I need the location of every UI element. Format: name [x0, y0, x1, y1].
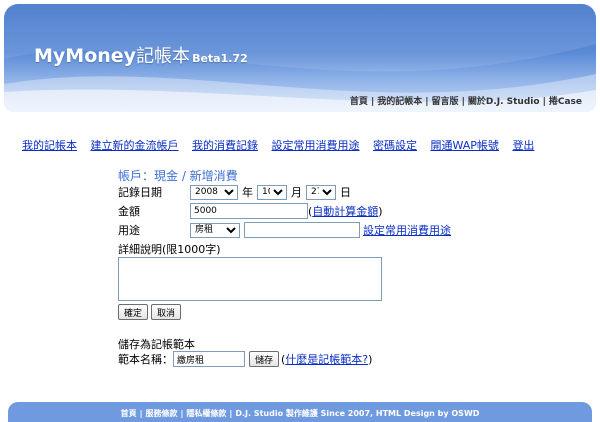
purpose-custom-input[interactable] [244, 222, 360, 238]
template-save-button[interactable]: 儲存 [249, 351, 280, 367]
top-nav-my-book[interactable]: 我的記帳本 [377, 97, 422, 107]
footer-credit: D.J. Studio 製作維護 Since 2007, HTML Design… [235, 409, 480, 418]
footer-separator: | [139, 409, 143, 418]
nav-separator: | [425, 97, 429, 107]
template-section-title: 儲存為記帳範本 [118, 336, 195, 352]
top-nav-guestbook[interactable]: 留言版 [432, 97, 459, 107]
paren-close: ) [378, 204, 383, 218]
amount-row: 金額 (自動計算金額) [118, 203, 383, 219]
template-help-link[interactable]: 什麼是記帳範本? [285, 351, 368, 367]
template-title: 儲存為記帳範本 [118, 338, 195, 351]
menu-create-account[interactable]: 建立新的金流帳戶 [91, 139, 179, 152]
nav-separator: | [542, 97, 546, 107]
month-select[interactable]: 10 [257, 184, 287, 200]
nav-separator: | [461, 97, 465, 107]
amount-input[interactable] [190, 203, 308, 219]
menu-expense-records[interactable]: 我的消費記錄 [192, 139, 258, 152]
top-nav: 首頁 | 我的記帳本 | 留言版 | 關於D.J. Studio | 捲Case [350, 94, 582, 107]
year-select[interactable]: 2008 [190, 184, 238, 200]
auto-calc-link[interactable]: 自動計算金額 [312, 203, 378, 219]
footer: 首頁 | 服務條款 | 隱私權條款 | D.J. Studio 製作維護 Since 200… [8, 402, 592, 422]
purpose-setting-link[interactable]: 設定常用消費用途 [363, 222, 451, 238]
detail-label: 詳細說明(限1000字) [118, 243, 221, 256]
form-title: 帳戶：現金 / 新增消費 [118, 169, 238, 183]
day-select[interactable]: 27 [306, 184, 336, 200]
footer-separator: | [229, 409, 233, 418]
logo-chinese-text: 記帳本 [136, 46, 191, 67]
cancel-button[interactable]: 取消 [151, 304, 182, 320]
menu-set-purposes[interactable]: 設定常用消費用途 [272, 139, 360, 152]
template-row: 範本名稱： 儲存 (什麼是記帳範本?) [118, 351, 372, 367]
year-unit: 年 [242, 186, 253, 199]
template-name-label: 範本名稱： [118, 353, 173, 366]
detail-row: 詳細說明(限1000字) [118, 241, 221, 257]
top-nav-case[interactable]: 捲Case [549, 97, 582, 107]
day-unit: 日 [340, 186, 351, 199]
menu-wap[interactable]: 開通WAP帳號 [431, 139, 499, 152]
top-nav-home[interactable]: 首頁 [350, 97, 368, 107]
template-name-input[interactable] [173, 351, 245, 367]
app-logo[interactable]: MyMoney記帳本 Beta1.72 [34, 42, 248, 68]
menu-my-book[interactable]: 我的記帳本 [22, 139, 77, 152]
purpose-label: 用途 [118, 224, 140, 237]
menu-logout[interactable]: 登出 [512, 139, 534, 152]
confirm-button[interactable]: 確定 [118, 304, 149, 320]
logo-version: Beta1.72 [192, 52, 248, 65]
main-menu: 我的記帳本 建立新的金流帳戶 我的消費記錄 設定常用消費用途 密碼設定 開通WA… [22, 137, 544, 153]
purpose-select[interactable]: 房租 [190, 222, 240, 238]
menu-password[interactable]: 密碼設定 [373, 139, 417, 152]
detail-textarea[interactable] [118, 257, 382, 301]
top-nav-about[interactable]: 關於D.J. Studio [468, 97, 540, 107]
form-buttons: 確定 取消 [118, 304, 182, 320]
logo-main-text: MyMoney [34, 45, 137, 67]
paren-close: ) [368, 352, 373, 366]
purpose-row: 用途 房租 設定常用消費用途 [118, 222, 451, 238]
footer-privacy[interactable]: 隱私權條款 [186, 409, 226, 418]
footer-terms[interactable]: 服務條款 [146, 409, 178, 418]
nav-separator: | [370, 97, 375, 107]
footer-home[interactable]: 首頁 [121, 409, 137, 418]
month-unit: 月 [291, 186, 302, 199]
header: MyMoney記帳本 Beta1.72 首頁 | 我的記帳本 | 留言版 | 關於D.J. S… [0, 0, 600, 116]
date-label: 記錄日期 [118, 186, 162, 199]
date-row: 記錄日期 2008 年 10 月 27 日 [118, 184, 355, 200]
amount-label: 金額 [118, 205, 140, 218]
footer-separator: | [180, 409, 184, 418]
